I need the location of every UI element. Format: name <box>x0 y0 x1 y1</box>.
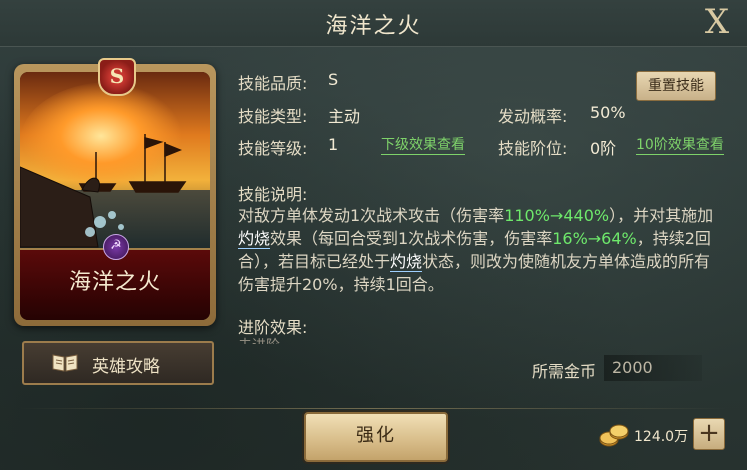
gold-coins-icon <box>599 424 629 447</box>
skill-art-burning-ships <box>20 72 210 252</box>
skill-quality-value: S <box>328 70 339 89</box>
advance-effect-text: 未进阶 <box>238 336 280 344</box>
add-gold-button[interactable]: + <box>693 418 725 450</box>
burn-keyword-link-2[interactable]: 灼烧 <box>390 252 423 272</box>
enhance-button[interactable]: 强化 <box>304 412 448 462</box>
title-bar: 海洋之火 X <box>0 0 747 47</box>
hero-guide-label: 英雄攻略 <box>92 357 160 377</box>
burn-damage-rate-value: 16%→64% <box>552 229 637 248</box>
desc-part3: ），并对其施加 <box>609 206 714 225</box>
advance-effect-title: 进阶效果: <box>238 318 308 337</box>
desc-part4: 效果（每回合受到1次战术伤害，伤害率 <box>270 229 553 248</box>
skill-quality-label: 技能品质: <box>238 74 308 93</box>
hero-guide-button[interactable]: 英雄攻略 <box>22 341 214 385</box>
stage10-effect-link[interactable]: 10阶效果查看 <box>636 137 724 155</box>
burn-keyword-link[interactable]: 灼烧 <box>238 229 271 249</box>
book-icon <box>52 354 78 372</box>
hammer-sickle-emblem-icon: ☭ <box>103 234 129 260</box>
card-name: 海洋之火 <box>68 270 161 295</box>
window-title: 海洋之火 <box>325 14 422 39</box>
damage-rate-value: 110%→440% <box>504 206 610 225</box>
skill-card-inner: 海洋之火 <box>20 72 210 320</box>
desc-part1: 对敌方单体发动1次战术攻击（伤害率 <box>238 206 505 225</box>
skill-card: 海洋之火 S <box>14 58 216 326</box>
gold-balance: 124.0万 <box>634 429 689 445</box>
skill-stage-value: 0阶 <box>590 139 617 158</box>
footer-divider <box>20 408 727 409</box>
skill-type-label: 技能类型: <box>238 107 308 126</box>
skill-type-value: 主动 <box>328 107 361 126</box>
lower-level-effect-link[interactable]: 下级效果查看 <box>381 137 465 155</box>
required-gold-label: 所需金币 <box>532 362 597 381</box>
skill-description-text: 对敌方单体发动1次战术攻击（伤害率110%→440%），并对其施加灼烧效果（每回… <box>238 204 714 296</box>
grade-s-badge: S <box>98 58 136 96</box>
reset-skill-button[interactable]: 重置技能 <box>636 71 716 101</box>
required-gold-value: 2000 <box>604 355 702 381</box>
skill-level-label: 技能等级: <box>238 139 308 158</box>
skill-description-title: 技能说明: <box>238 185 308 204</box>
skill-stage-label: 技能阶位: <box>498 139 568 158</box>
skill-level-value: 1 <box>328 135 339 154</box>
trigger-probability-label: 发动概率: <box>498 107 568 126</box>
trigger-probability-value: 50% <box>590 103 626 122</box>
close-icon[interactable]: X <box>697 2 737 42</box>
